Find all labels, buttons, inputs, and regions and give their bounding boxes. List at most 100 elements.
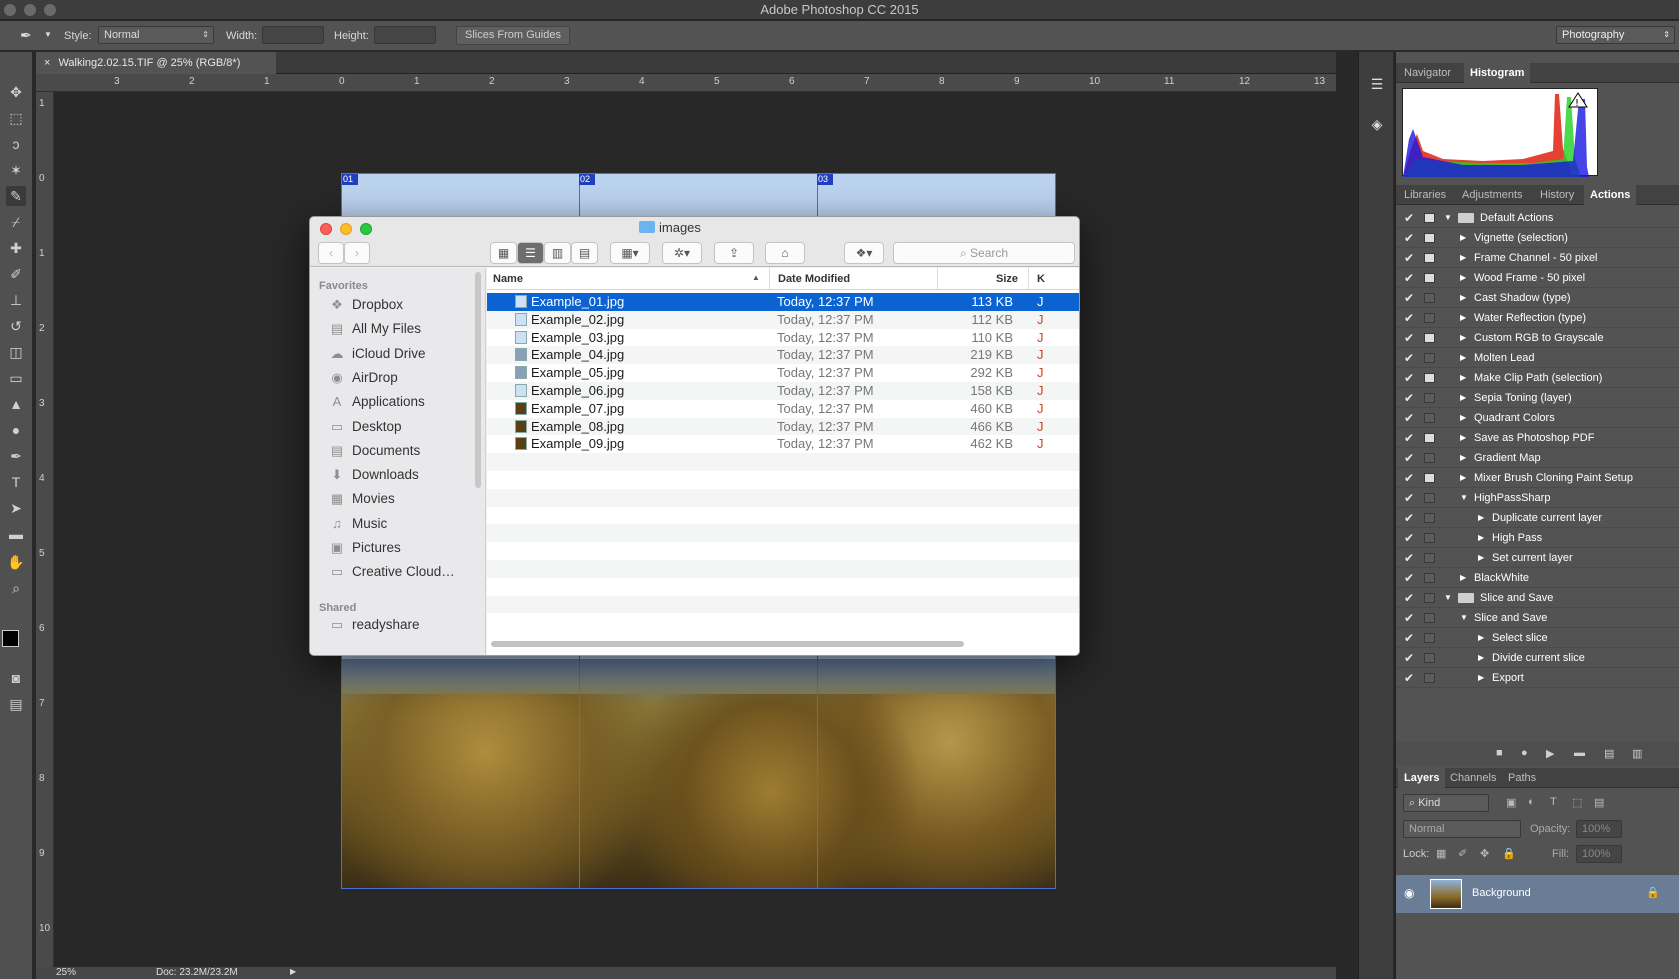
horizontal-scrollbar[interactable] — [491, 641, 964, 647]
collapsed-arrow-icon[interactable]: ▶ — [1460, 308, 1466, 328]
dialog-toggle[interactable] — [1424, 673, 1435, 683]
collapsed-arrow-icon[interactable]: ▶ — [1460, 468, 1466, 488]
tab-navigator[interactable]: Navigator — [1398, 63, 1457, 83]
arrange-button[interactable]: ▦▾ — [610, 242, 650, 264]
file-row[interactable]: Example_01.jpg Today, 12:37 PM 113 KB J — [487, 293, 1079, 311]
filter-shape-icon[interactable]: ⬚ — [1572, 796, 1582, 809]
layer-name[interactable]: Background — [1472, 887, 1531, 899]
sidebar-item-all-my-files[interactable]: ▤ All My Files — [328, 318, 421, 340]
check-icon[interactable]: ✔ — [1404, 271, 1416, 285]
collapsed-arrow-icon[interactable]: ▶ — [1478, 648, 1484, 668]
check-icon[interactable]: ✔ — [1404, 211, 1416, 225]
sidebar-item-downloads[interactable]: ⬇ Downloads — [328, 464, 419, 486]
hand-tool-icon[interactable]: ✋ — [6, 552, 26, 572]
blur-tool-icon[interactable]: ▲ — [6, 394, 26, 414]
file-row[interactable]: Example_02.jpg Today, 12:37 PM 112 KB J — [487, 310, 1079, 329]
collapsed-arrow-icon[interactable]: ▶ — [1460, 428, 1466, 448]
opacity-field[interactable]: 100% — [1576, 820, 1622, 838]
sidebar-item-music[interactable]: ♫ Music — [328, 513, 387, 535]
check-icon[interactable]: ✔ — [1404, 351, 1416, 365]
column-kind-header[interactable]: K — [1037, 273, 1045, 285]
dialog-toggle[interactable] — [1424, 353, 1435, 363]
collapsed-arrow-icon[interactable]: ▶ — [1460, 408, 1466, 428]
check-icon[interactable]: ✔ — [1404, 671, 1416, 685]
tab-paths[interactable]: Paths — [1502, 768, 1542, 788]
collapsed-arrow-icon[interactable]: ▶ — [1460, 568, 1466, 588]
action-row[interactable]: ✔ ▶ Make Clip Path (selection) — [1396, 368, 1679, 388]
action-row[interactable]: ✔ ▶ Gradient Map — [1396, 448, 1679, 468]
properties-panel-icon[interactable]: ☰ — [1367, 76, 1387, 96]
forward-button[interactable]: › — [344, 242, 370, 264]
slice-tool-icon[interactable]: ✎ — [6, 186, 26, 206]
tab-history[interactable]: History — [1534, 185, 1580, 205]
check-icon[interactable]: ✔ — [1404, 631, 1416, 645]
stamp-tool-icon[interactable]: ⊥ — [6, 290, 26, 310]
finder-zoom-button[interactable] — [360, 223, 372, 235]
collapsed-arrow-icon[interactable]: ▶ — [1460, 368, 1466, 388]
action-row[interactable]: ✔ ▼ Default Actions — [1396, 208, 1679, 228]
type-tool-icon[interactable]: T — [6, 472, 26, 492]
check-icon[interactable]: ✔ — [1404, 251, 1416, 265]
tag-button[interactable]: ⌂ — [765, 242, 805, 264]
expanded-arrow-icon[interactable]: ▼ — [1460, 608, 1468, 628]
action-row[interactable]: ✔ ▶ Wood Frame - 50 pixel — [1396, 268, 1679, 288]
action-row[interactable]: ✔ ▶ Divide current slice — [1396, 648, 1679, 668]
file-row[interactable]: Example_04.jpg Today, 12:37 PM 219 KB J — [487, 346, 1079, 365]
sidebar-item-pictures[interactable]: ▣ Pictures — [328, 537, 401, 559]
check-icon[interactable]: ✔ — [1404, 511, 1416, 525]
check-icon[interactable]: ✔ — [1404, 291, 1416, 305]
height-field[interactable] — [374, 26, 436, 44]
filter-adjust-icon[interactable]: ◐ — [1528, 796, 1535, 808]
lock-all-icon[interactable]: 🔒 — [1502, 847, 1516, 860]
path-selection-icon[interactable]: ➤ — [6, 498, 26, 518]
action-row[interactable]: ✔ ▶ High Pass — [1396, 528, 1679, 548]
finder-close-button[interactable] — [320, 223, 332, 235]
sidebar-item-airdrop[interactable]: ◉ AirDrop — [328, 367, 397, 389]
icon-view-button[interactable]: ▦ — [490, 242, 517, 264]
delete-icon[interactable]: ▥ — [1632, 747, 1642, 760]
check-icon[interactable]: ✔ — [1404, 651, 1416, 665]
check-icon[interactable]: ✔ — [1404, 411, 1416, 425]
check-icon[interactable]: ✔ — [1404, 431, 1416, 445]
column-date-header[interactable]: Date Modified — [778, 273, 850, 285]
check-icon[interactable]: ✔ — [1404, 491, 1416, 505]
action-row[interactable]: ✔ ▶ BlackWhite — [1396, 568, 1679, 588]
tab-histogram[interactable]: Histogram — [1464, 63, 1531, 83]
action-row[interactable]: ✔ ▼ Slice and Save — [1396, 608, 1679, 628]
column-view-button[interactable]: ▥ — [544, 242, 571, 264]
collapsed-arrow-icon[interactable]: ▶ — [1460, 348, 1466, 368]
lock-pixels-icon[interactable]: ▦ — [1436, 847, 1446, 860]
width-field[interactable] — [262, 26, 324, 44]
collapsed-arrow-icon[interactable]: ▶ — [1460, 228, 1466, 248]
collapsed-arrow-icon[interactable]: ▶ — [1460, 248, 1466, 268]
zoom-window-button[interactable] — [44, 4, 56, 16]
lasso-tool-icon[interactable]: ↄ — [6, 134, 26, 154]
action-row[interactable]: ✔ ▶ Frame Channel - 50 pixel — [1396, 248, 1679, 268]
check-icon[interactable]: ✔ — [1404, 231, 1416, 245]
check-icon[interactable]: ✔ — [1404, 311, 1416, 325]
pen-tool-icon[interactable]: ✒ — [6, 446, 26, 466]
search-field[interactable]: ⌕ Search — [893, 242, 1075, 264]
column-size-header[interactable]: Size — [996, 273, 1018, 285]
file-row[interactable]: Example_06.jpg Today, 12:37 PM 158 KB J — [487, 382, 1079, 400]
action-row[interactable]: ✔ ▶ Quadrant Colors — [1396, 408, 1679, 428]
action-row[interactable]: ✔ ▶ Export — [1396, 668, 1679, 688]
action-row[interactable]: ✔ ▼ HighPassSharp — [1396, 488, 1679, 508]
tab-actions[interactable]: Actions — [1584, 185, 1637, 205]
play-icon[interactable]: ▶ — [1546, 747, 1554, 760]
dialog-toggle[interactable] — [1424, 253, 1435, 263]
dialog-toggle[interactable] — [1424, 293, 1435, 303]
visibility-eye-icon[interactable]: ◉ — [1404, 886, 1414, 900]
dialog-toggle[interactable] — [1424, 593, 1435, 603]
sidebar-item-desktop[interactable]: ▭ Desktop — [328, 416, 402, 438]
sidebar-item-dropbox[interactable]: ❖ Dropbox — [328, 294, 403, 316]
dialog-toggle[interactable] — [1424, 513, 1435, 523]
collapsed-arrow-icon[interactable]: ▶ — [1478, 528, 1484, 548]
action-row[interactable]: ✔ ▶ Cast Shadow (type) — [1396, 288, 1679, 308]
dropbox-button[interactable]: ❖▾ — [844, 242, 884, 264]
action-row[interactable]: ✔ ▶ Sepia Toning (layer) — [1396, 388, 1679, 408]
filter-pixel-icon[interactable]: ▣ — [1506, 796, 1516, 809]
tab-layers[interactable]: Layers — [1398, 768, 1446, 788]
eyedropper-icon[interactable]: ⌿ — [6, 212, 26, 232]
action-row[interactable]: ✔ ▶ Duplicate current layer — [1396, 508, 1679, 528]
